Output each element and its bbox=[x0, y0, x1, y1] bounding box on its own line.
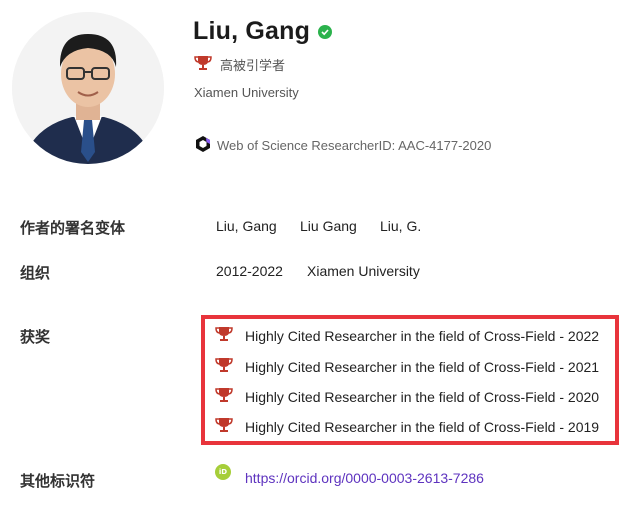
award-item: Highly Cited Researcher in the field of … bbox=[215, 326, 599, 345]
award-text: Highly Cited Researcher in the field of … bbox=[245, 388, 600, 405]
name-variant: Liu, Gang bbox=[216, 218, 277, 234]
verified-icon bbox=[318, 24, 333, 39]
award-text: Highly Cited Researcher in the field of … bbox=[245, 418, 600, 435]
award-item: Highly Cited Researcher in the field of … bbox=[215, 387, 599, 406]
trophy-icon bbox=[194, 55, 212, 74]
web-of-science-icon bbox=[194, 135, 212, 156]
organization-name: Xiamen University bbox=[307, 263, 420, 279]
trophy-icon bbox=[215, 357, 233, 376]
orcid-link[interactable]: https://orcid.org/0000-0003-2613-7286 bbox=[245, 470, 484, 486]
award-text: Highly Cited Researcher in the field of … bbox=[245, 358, 600, 375]
orcid-icon: iD bbox=[215, 464, 231, 480]
trophy-icon bbox=[215, 417, 233, 436]
organization-label: 组织 bbox=[20, 265, 51, 282]
award-text: Highly Cited Researcher in the field of … bbox=[245, 327, 600, 344]
profile-affiliation: Xiamen University bbox=[194, 85, 299, 100]
award-item: Highly Cited Researcher in the field of … bbox=[215, 417, 599, 436]
name-variant: Liu, G. bbox=[380, 218, 422, 234]
orcid-row: iD https://orcid.org/0000-0003-2613-7286 bbox=[215, 464, 484, 486]
profile-header: Liu, Gang bbox=[193, 17, 333, 46]
badge-label: 高被引学者 bbox=[220, 58, 286, 73]
award-item: Highly Cited Researcher in the field of … bbox=[215, 357, 599, 376]
name-variants-label: 作者的署名变体 bbox=[20, 220, 126, 237]
organization-years: 2012-2022 bbox=[216, 263, 283, 279]
trophy-icon bbox=[215, 387, 233, 406]
researcher-id-text: Web of Science ResearcherID: AAC-4177-20… bbox=[217, 138, 492, 153]
profile-avatar bbox=[12, 12, 164, 164]
profile-name: Liu, Gang bbox=[193, 17, 311, 45]
researcher-id: Web of Science ResearcherID: AAC-4177-20… bbox=[194, 135, 491, 156]
other-identifiers-label: 其他标识符 bbox=[20, 473, 96, 490]
highly-cited-badge: 高被引学者 bbox=[194, 55, 285, 74]
trophy-icon bbox=[215, 326, 233, 345]
awards-label: 获奖 bbox=[20, 329, 51, 346]
name-variant: Liu Gang bbox=[300, 218, 357, 234]
